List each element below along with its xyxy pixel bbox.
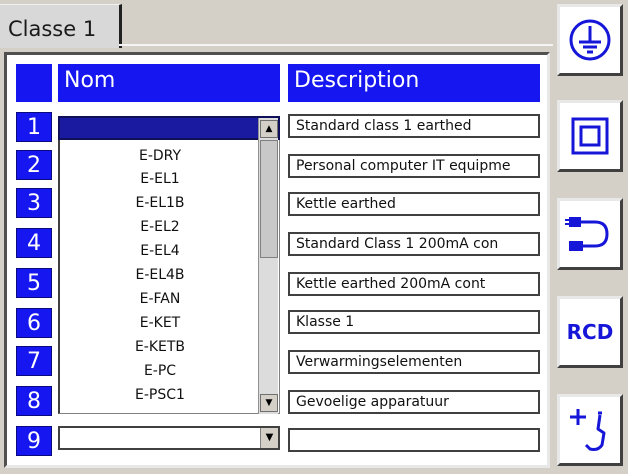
iec-lead-icon: [565, 217, 609, 251]
list-item[interactable]: E-PC: [60, 363, 260, 379]
list-item[interactable]: E-DRY: [60, 148, 260, 164]
list-item[interactable]: E-EL2: [60, 219, 260, 235]
list-item[interactable]: E-PSC1: [60, 387, 260, 403]
row-number-2[interactable]: 2: [16, 150, 52, 180]
description-field-row-2[interactable]: Personal computer IT equipme: [288, 154, 540, 178]
list-item[interactable]: E-EL1B: [60, 195, 260, 211]
rcd-label: RCD: [566, 320, 614, 344]
double-square-icon: [571, 117, 609, 155]
row-number-header: [16, 64, 52, 102]
triangle-up-icon: ▲: [265, 124, 273, 134]
description-field-row-9[interactable]: [288, 428, 540, 452]
triangle-down-icon: ▼: [265, 398, 273, 408]
scroll-down-button[interactable]: ▼: [260, 394, 278, 412]
plus-probe-icon: [570, 409, 606, 451]
description-field-row-4[interactable]: Standard Class 1 200mA con: [288, 232, 540, 256]
triangle-down-icon: ▼: [265, 432, 274, 443]
class-2-button[interactable]: [557, 100, 623, 172]
description-field-row-3[interactable]: Kettle earthed: [288, 192, 540, 216]
dropdown-button-row-9[interactable]: ▼: [260, 428, 278, 448]
name-dropdown-list[interactable]: E-DRY E-EL1 E-EL1B E-EL2 E-EL4 E-EL4B E-…: [58, 140, 280, 414]
description-field-row-7[interactable]: Verwarmingselementen: [288, 350, 540, 374]
description-field-row-8[interactable]: Gevoelige apparatuur: [288, 390, 540, 414]
tab-label: Classe 1: [8, 17, 97, 41]
screen: Classe 1 Nom Description 1 2 3 4 5 6 7 8…: [0, 0, 628, 474]
list-item[interactable]: E-EL4: [60, 243, 260, 259]
row-number-1[interactable]: 1: [16, 112, 52, 142]
list-item[interactable]: E-KET: [60, 315, 260, 331]
description-field-row-5[interactable]: Kettle earthed 200mA cont: [288, 272, 540, 296]
row-number-8[interactable]: 8: [16, 386, 52, 416]
row-number-9[interactable]: 9: [16, 426, 52, 456]
column-header-name: Nom: [58, 64, 280, 102]
row-number-5[interactable]: 5: [16, 268, 52, 298]
name-field-row-9[interactable]: ▼: [58, 426, 280, 450]
tab-divider: [119, 44, 553, 46]
scroll-thumb[interactable]: [260, 140, 278, 258]
description-field-row-1[interactable]: Standard class 1 earthed: [288, 114, 540, 138]
description-field-row-6[interactable]: Klasse 1: [288, 310, 540, 334]
iec-lead-button[interactable]: [557, 198, 623, 270]
scroll-up-button[interactable]: ▲: [260, 120, 278, 138]
earth-ground-icon: [569, 19, 611, 61]
row-number-7[interactable]: 7: [16, 346, 52, 376]
row-number-6[interactable]: 6: [16, 308, 52, 338]
class-1-earth-button[interactable]: [557, 4, 623, 76]
dropdown-scrollbar[interactable]: ▲ ▼: [258, 118, 278, 414]
list-item[interactable]: E-EL1: [60, 171, 260, 187]
column-header-description: Description: [288, 64, 540, 102]
row-number-4[interactable]: 4: [16, 228, 52, 258]
row-number-3[interactable]: 3: [16, 188, 52, 218]
tab-classe-1[interactable]: Classe 1: [0, 4, 122, 48]
list-item[interactable]: E-KETB: [60, 339, 260, 355]
list-item[interactable]: E-EL4B: [60, 267, 260, 283]
rcd-button[interactable]: RCD: [557, 296, 623, 368]
list-item[interactable]: E-FAN: [60, 291, 260, 307]
name-field-row-1[interactable]: [58, 116, 280, 140]
add-probe-button[interactable]: [557, 394, 623, 466]
